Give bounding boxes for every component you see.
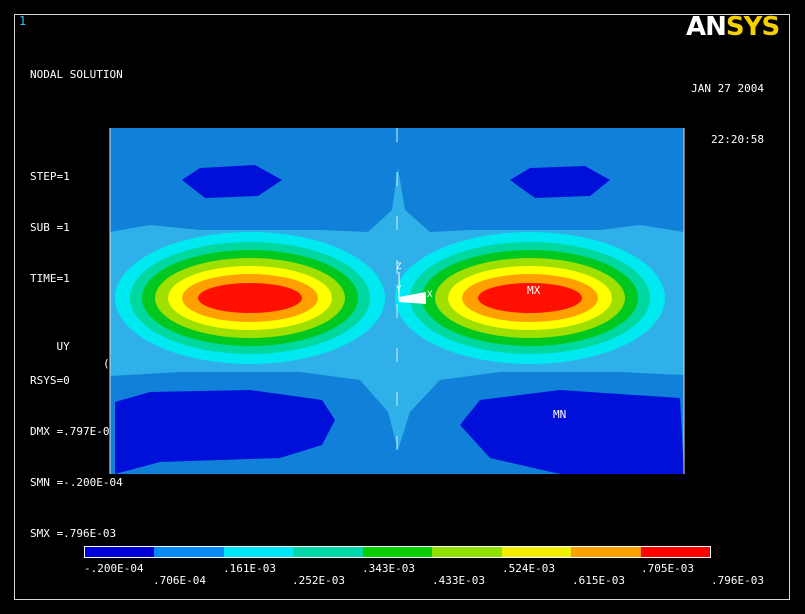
legend-cell: [640, 547, 710, 557]
legend-label-2: .161E-03: [223, 562, 276, 575]
legend-label-8: .705E-03: [641, 562, 694, 575]
contour-left-core: [198, 283, 302, 313]
contour-legend-bar: [84, 546, 711, 558]
legend-label-7: .615E-03: [572, 574, 625, 587]
legend-label-4: .343E-03: [362, 562, 415, 575]
legend-cell: [85, 547, 155, 557]
legend-cell: [432, 547, 502, 557]
legend-cell: [293, 547, 363, 557]
legend-label-3: .252E-03: [292, 574, 345, 587]
legend-cell: [362, 547, 433, 557]
legend-label-5: .433E-03: [432, 574, 485, 587]
triad-z-label: Z: [396, 262, 402, 272]
triad-x-label: X: [427, 290, 433, 300]
triad-y-label: Y: [396, 285, 402, 295]
legend-cell: [571, 547, 641, 557]
contour-plot: Z Y X: [109, 128, 685, 474]
min-marker: MN: [553, 408, 567, 421]
legend-label-1: .706E-04: [153, 574, 206, 587]
legend-label-9: .796E-03: [711, 574, 764, 587]
legend-label-0: -.200E-04: [84, 562, 144, 575]
max-marker: MX: [527, 284, 541, 297]
legend-label-6: .524E-03: [502, 562, 555, 575]
legend-cell: [501, 547, 572, 557]
legend-cell: [223, 547, 294, 557]
legend-cell: [154, 547, 224, 557]
